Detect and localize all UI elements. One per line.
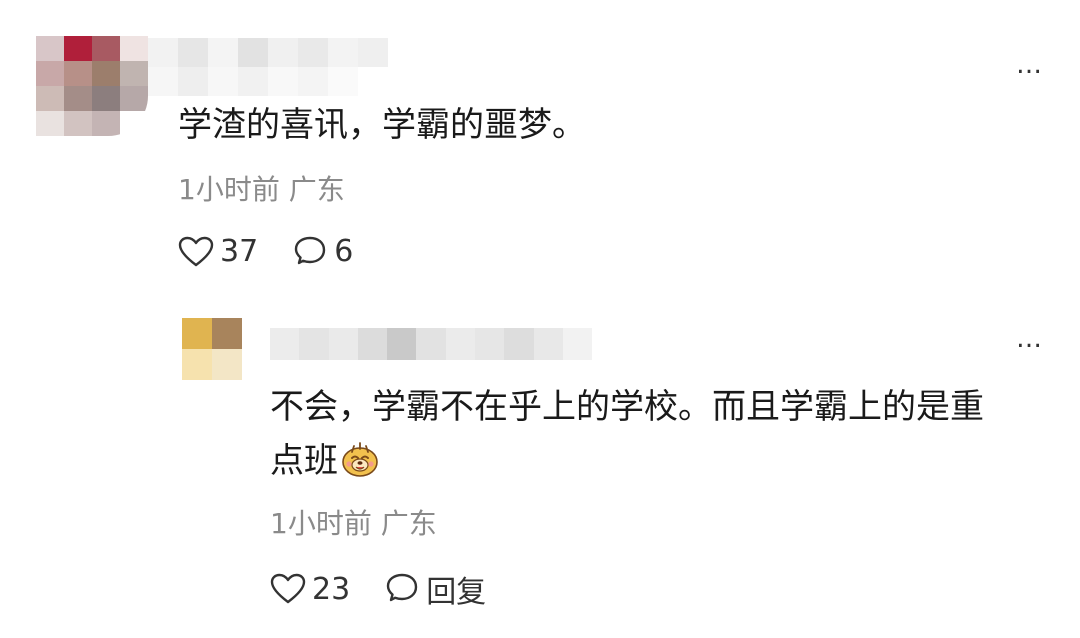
reply-actions: 23 回复 — [270, 567, 486, 611]
reply-text-line2-wrap: 点班 — [270, 434, 1050, 488]
heart-outline-icon — [270, 573, 306, 604]
reply-more-icon[interactable]: … — [1016, 326, 1043, 352]
replier-name-blurred[interactable] — [270, 328, 593, 360]
comment-meta: 1小时前 广东 — [178, 174, 345, 206]
comment-time: 1小时前 — [178, 173, 280, 206]
reply-text-line1: 不会，学霸不在乎上的学校。而且学霸上的是重 — [270, 387, 984, 427]
reply-text-line2: 点班 — [270, 441, 338, 481]
replier-avatar[interactable] — [182, 318, 242, 380]
reply-like-button[interactable]: 23 — [270, 572, 350, 607]
like-button[interactable]: 37 — [178, 234, 258, 269]
comment-location: 广东 — [288, 173, 345, 206]
reply-count: 6 — [334, 234, 354, 269]
commenter-name-blurred[interactable] — [148, 38, 388, 96]
speech-bubble-icon — [386, 573, 418, 602]
reply-location: 广东 — [380, 507, 437, 540]
speech-bubble-icon — [294, 236, 326, 264]
comment-actions: 37 6 — [178, 234, 353, 269]
reply-like-count: 23 — [312, 571, 351, 607]
heart-outline-icon — [178, 236, 214, 266]
reply-meta: 1小时前 广东 — [270, 508, 437, 540]
reply-button-label: 回复 — [426, 575, 487, 610]
reply-button[interactable]: 回复 — [384, 567, 486, 611]
reply-text: 不会，学霸不在乎上的学校。而且学霸上的是重 点班 — [270, 380, 1050, 488]
reply-time: 1小时前 — [270, 507, 372, 540]
smiling-dog-emoji-icon — [342, 442, 378, 477]
comment-text: 学渣的喜讯，学霸的噩梦。 — [178, 105, 586, 145]
reply-count-button[interactable]: 6 — [292, 234, 353, 269]
like-count: 37 — [220, 234, 259, 269]
commenter-avatar[interactable] — [36, 36, 148, 136]
comment-more-icon[interactable]: … — [1016, 52, 1043, 78]
